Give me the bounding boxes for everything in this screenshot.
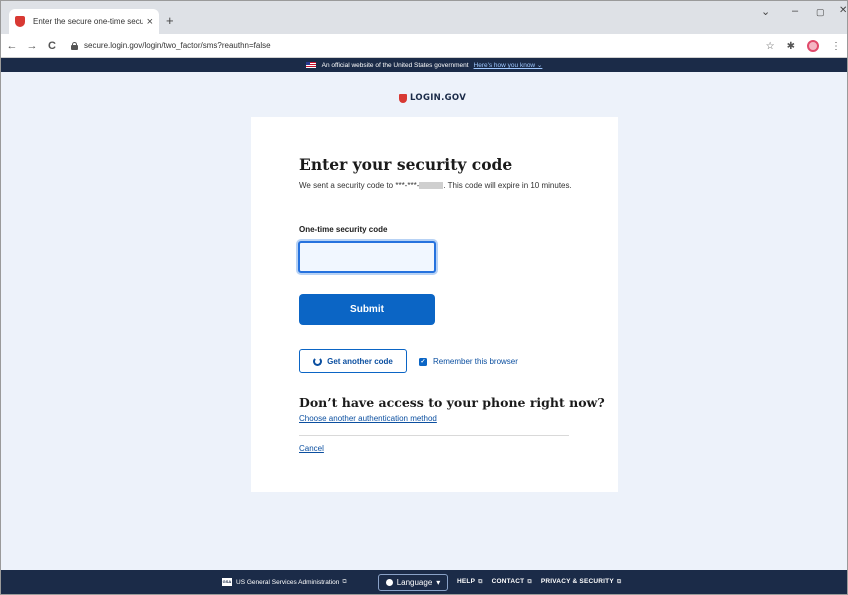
maximize-button[interactable]: ▢ — [816, 7, 825, 18]
gsa-text: US General Services Administration — [236, 578, 340, 586]
login-gov-favicon-icon — [15, 16, 25, 27]
page-content: LOGIN.GOV Enter your security code We se… — [1, 72, 847, 570]
browser-window: Enter the secure one-time securi × + ⌄ –… — [0, 0, 848, 595]
help-link[interactable]: HELP ⧉ — [457, 578, 483, 586]
security-code-card: Enter your security code We sent a secur… — [251, 117, 618, 492]
page-title: Enter your security code — [299, 155, 513, 174]
intro-text: We sent a security code to ***-***-. Thi… — [299, 181, 572, 190]
remember-browser-checkbox[interactable]: ✓ Remember this browser — [419, 357, 518, 366]
alt-method-heading: Don’t have access to your phone right no… — [299, 395, 605, 410]
remember-browser-label: Remember this browser — [433, 357, 518, 366]
language-dropdown[interactable]: Language ▾ — [378, 574, 448, 591]
external-link-icon: ⧉ — [342, 578, 347, 585]
footer-links: HELP ⧉ CONTACT ⧉ PRIVACY & SECURITY ⧉ — [457, 578, 621, 586]
external-link-icon: ⧉ — [616, 579, 622, 585]
gsa-logo-icon: GSA — [222, 578, 232, 586]
back-button[interactable]: ← — [3, 40, 21, 52]
one-time-code-input[interactable] — [298, 241, 436, 273]
tab-strip: Enter the secure one-time securi × + ⌄ –… — [1, 1, 847, 34]
language-label: Language — [396, 578, 433, 587]
heres-how-you-know-link[interactable]: Here's how you know ⌄ — [474, 61, 543, 69]
choose-another-method-link[interactable]: Choose another authentication method — [299, 414, 437, 423]
tab-search-icon[interactable]: ⌄ — [761, 5, 770, 18]
cancel-link[interactable]: Cancel — [299, 444, 324, 453]
checkbox-checked-icon[interactable]: ✓ — [419, 357, 427, 366]
lock-icon[interactable] — [71, 41, 78, 50]
close-window-button[interactable]: ✕ — [839, 5, 847, 16]
external-link-icon: ⧉ — [478, 579, 483, 585]
privacy-security-link[interactable]: PRIVACY & SECURITY ⧉ — [541, 578, 622, 586]
divider — [299, 435, 569, 436]
logo-text: LOGIN.GOV — [410, 93, 467, 103]
reload-button[interactable]: C — [43, 40, 61, 52]
submit-button[interactable]: Submit — [299, 294, 435, 325]
login-gov-logo[interactable]: LOGIN.GOV — [399, 93, 466, 103]
profile-avatar[interactable] — [807, 40, 819, 52]
globe-icon — [385, 579, 393, 586]
tab-title: Enter the secure one-time securi — [33, 17, 143, 26]
get-another-code-label: Get another code — [327, 356, 393, 366]
external-link-icon: ⧉ — [527, 579, 532, 585]
gov-banner: An official website of the United States… — [1, 58, 847, 72]
toolbar-actions: ☆ ✱ ⋮ — [766, 34, 841, 58]
new-tab-button[interactable]: + — [166, 13, 174, 28]
minimize-button[interactable]: – — [792, 5, 798, 17]
extensions-puzzle-icon[interactable]: ✱ — [787, 41, 795, 52]
get-another-code-button[interactable]: Get another code — [299, 349, 407, 373]
caret-down-icon: ▾ — [436, 578, 441, 587]
contact-link[interactable]: CONTACT ⧉ — [492, 578, 532, 586]
bookmark-star-icon[interactable]: ☆ — [766, 41, 775, 52]
redacted-phone-digits — [419, 182, 444, 190]
url-text[interactable]: secure.login.gov/login/two_factor/sms?re… — [84, 41, 271, 50]
us-flag-icon — [305, 62, 316, 68]
refresh-icon — [313, 356, 323, 366]
browser-tab[interactable]: Enter the secure one-time securi × — [9, 9, 159, 34]
shield-icon — [399, 93, 407, 103]
browser-menu-icon[interactable]: ⋮ — [831, 41, 841, 52]
gov-banner-text: An official website of the United States… — [321, 61, 469, 69]
code-field-label: One-time security code — [299, 225, 388, 234]
gsa-link[interactable]: GSA US General Services Administration ⧉ — [222, 578, 347, 586]
browser-toolbar: ← → C secure.login.gov/login/two_factor/… — [1, 34, 847, 58]
address-bar[interactable]: secure.login.gov/login/two_factor/sms?re… — [71, 41, 271, 50]
forward-button[interactable]: → — [23, 40, 41, 52]
site-footer: GSA US General Services Administration ⧉… — [1, 570, 847, 594]
tab-close-icon[interactable]: × — [147, 16, 153, 28]
